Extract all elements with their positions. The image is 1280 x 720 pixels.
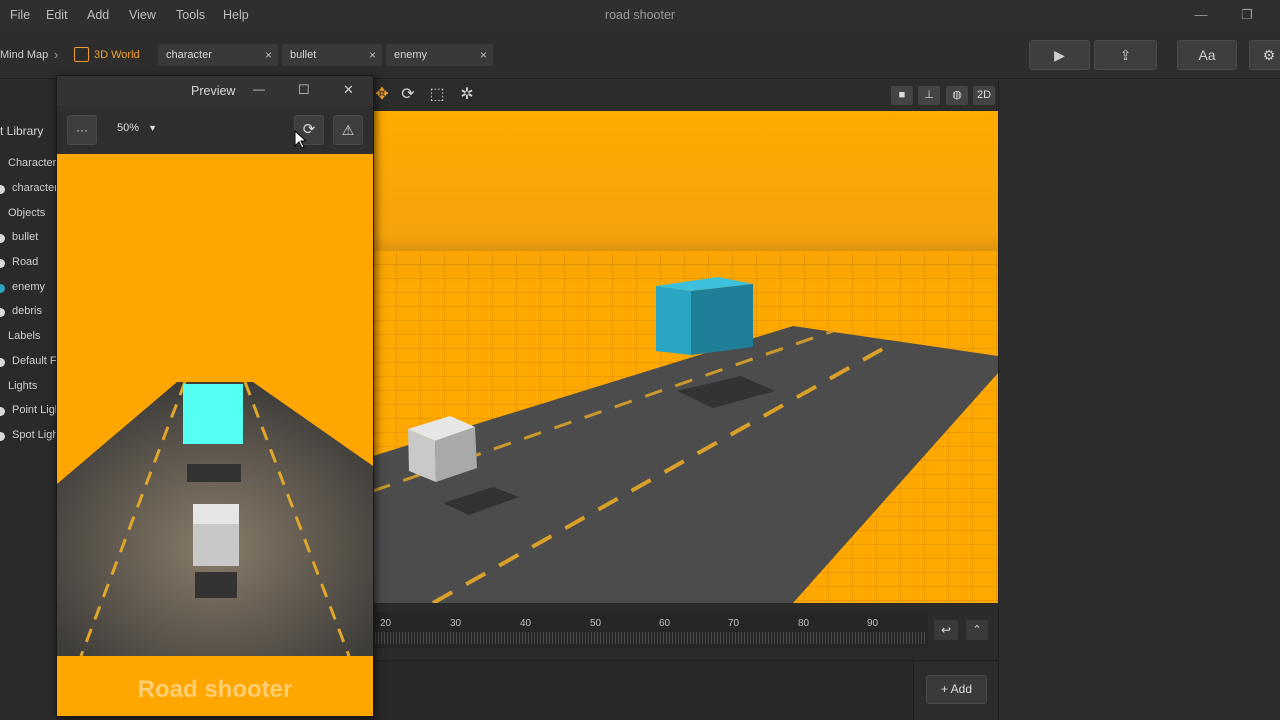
loop-icon[interactable]: ↩	[934, 620, 958, 640]
tab-character[interactable]: character ×	[158, 44, 278, 66]
warning-icon[interactable]: ⚠	[333, 115, 363, 145]
tab-label: enemy	[394, 49, 428, 61]
timeline-tick-label: 80	[798, 618, 810, 629]
breadcrumb-separator-icon: ›	[54, 47, 59, 62]
breadcrumb-3d-world[interactable]: 3D World	[94, 49, 140, 61]
camera-icon[interactable]: ■	[891, 86, 913, 105]
timeline-tick-label: 90	[867, 618, 879, 629]
properties-panel	[998, 80, 1280, 720]
scale-tool-icon[interactable]: ⬚	[427, 85, 447, 105]
menu-bar: File Edit Add View Tools Help road shoot…	[0, 0, 1280, 31]
library-item-label: enemy	[12, 281, 46, 293]
mode-2d-button[interactable]: 2D	[973, 86, 995, 105]
preview-more-button[interactable]: ···	[67, 115, 97, 145]
menu-view[interactable]: View	[129, 8, 156, 22]
library-item-label: character	[12, 182, 58, 194]
library-item-label: Road	[12, 256, 39, 268]
library-item-label: Default F	[12, 355, 57, 367]
rotate-tool-icon[interactable]: ⟳	[398, 85, 418, 105]
close-tab-icon[interactable]: ×	[265, 44, 272, 66]
library-item-label: Spot Ligh	[12, 429, 59, 441]
preview-enemy-shadow	[187, 464, 241, 482]
scene-viewport[interactable]	[373, 111, 998, 603]
add-button[interactable]: + Add	[926, 675, 987, 704]
add-button-label: Add	[950, 682, 973, 696]
zoom-value: 50%	[117, 122, 140, 134]
menu-file[interactable]: File	[10, 8, 30, 22]
move-tool-icon[interactable]: ✥	[372, 85, 392, 105]
menu-edit[interactable]: Edit	[46, 8, 68, 22]
chevron-down-icon: ▼	[148, 123, 158, 133]
chevron-up-icon[interactable]: ⌃	[966, 620, 988, 640]
export-button[interactable]: ⇪	[1094, 40, 1157, 70]
library-item-label: debris	[12, 305, 42, 317]
plus-icon: +	[940, 682, 948, 696]
minimize-window-icon[interactable]: —	[1188, 5, 1214, 25]
play-button[interactable]: ▶	[1029, 40, 1090, 70]
timeline-tick-label: 50	[590, 618, 602, 629]
tab-bullet[interactable]: bullet ×	[282, 44, 382, 66]
axes-icon[interactable]: ⊥	[918, 86, 940, 105]
preview-game-canvas[interactable]: Road shooter	[57, 154, 373, 716]
enemy-cube-front	[656, 286, 691, 355]
preview-character-shadow	[195, 572, 237, 598]
restore-window-icon[interactable]: ❐	[1234, 5, 1260, 25]
tab-label: bullet	[290, 49, 317, 61]
preview-close-icon[interactable]: ✕	[343, 82, 354, 98]
preview-title: Preview	[191, 84, 236, 98]
timeline-tick-label: 30	[450, 618, 462, 629]
timeline-tick-label: 40	[520, 618, 532, 629]
preview-game-title: Road shooter	[137, 676, 293, 703]
mouse-cursor-icon	[294, 130, 306, 149]
timeline-tick-label: 20	[380, 618, 392, 629]
font-button[interactable]: Aa	[1177, 40, 1237, 70]
globe-icon[interactable]: ◍	[946, 86, 968, 105]
tab-label: character	[166, 49, 212, 61]
library-item-label: Point Ligh	[12, 404, 61, 416]
library-item-label: Objects	[8, 207, 46, 219]
menu-help[interactable]: Help	[223, 8, 249, 22]
bottom-panel	[373, 660, 998, 720]
library-item-label: bullet	[12, 231, 39, 243]
preview-render	[57, 154, 373, 716]
close-tab-icon[interactable]: ×	[369, 44, 376, 66]
preview-enemy-cube	[183, 384, 243, 444]
cube-3d-icon	[74, 47, 89, 62]
timeline-tick-label: 70	[728, 618, 740, 629]
library-item-label: Characters	[8, 157, 62, 169]
library-item-label: Labels	[8, 330, 41, 342]
preview-maximize-icon[interactable]: ☐	[298, 82, 310, 98]
app-title: road shooter	[604, 8, 676, 22]
menu-tools[interactable]: Tools	[176, 8, 205, 22]
scene-render	[373, 111, 998, 603]
breadcrumb-mind-map[interactable]: Mind Map	[0, 49, 48, 61]
transform-tool-icon[interactable]: ✲	[457, 85, 477, 105]
enemy-cube-side	[691, 284, 753, 355]
zoom-select[interactable]: 50% ▼	[117, 122, 167, 139]
library-sidebar: t Library	[0, 80, 58, 720]
timeline-tick-label: 60	[659, 618, 671, 629]
menu-add[interactable]: Add	[87, 8, 109, 22]
library-title: t Library	[0, 124, 44, 138]
preview-character-cube-front	[193, 524, 239, 566]
tab-enemy[interactable]: enemy ×	[386, 44, 493, 66]
preview-minimize-icon[interactable]: —	[253, 82, 265, 96]
library-item-label: Lights	[8, 380, 38, 392]
close-tab-icon[interactable]: ×	[480, 44, 487, 66]
settings-button[interactable]: ⚙	[1249, 40, 1280, 70]
